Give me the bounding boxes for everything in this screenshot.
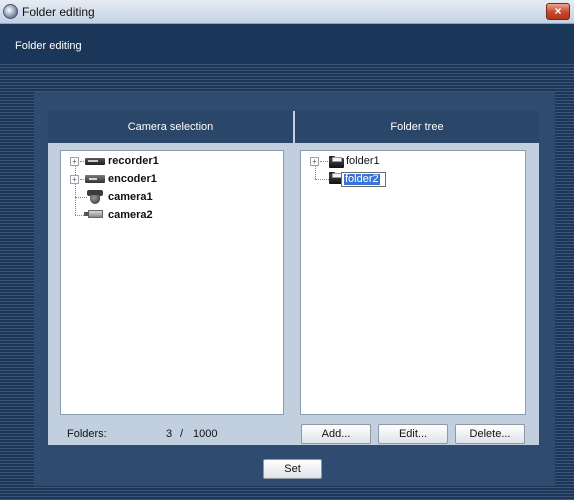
tree-item-camera1[interactable]: camera1 xyxy=(108,191,153,203)
add-button[interactable]: Add... xyxy=(301,424,371,444)
folders-separator: / xyxy=(180,428,184,440)
tree-item-folder1[interactable]: folder1 xyxy=(346,155,380,167)
expand-recorder1-icon[interactable]: + xyxy=(70,157,79,166)
close-button[interactable]: × xyxy=(546,3,570,20)
folder-tree[interactable]: + folder1 xyxy=(300,150,526,415)
window-titlebar: Folder editing × xyxy=(0,0,574,24)
camera-selection-header: Camera selection xyxy=(48,111,293,143)
encoder-icon xyxy=(85,175,105,183)
set-button[interactable]: Set xyxy=(263,459,322,479)
folder-rename-selection: folder2 xyxy=(344,173,380,185)
delete-button[interactable]: Delete... xyxy=(455,424,525,444)
window-title: Folder editing xyxy=(22,5,95,19)
folder-tree-header: Folder tree xyxy=(295,111,539,143)
tree-item-encoder1[interactable]: encoder1 xyxy=(108,173,157,185)
folders-max: 1000 xyxy=(193,428,218,440)
recorder-icon xyxy=(85,158,105,165)
camera-selection-tree[interactable]: + recorder1 + encoder1 camera1 camera2 xyxy=(60,150,284,415)
app-icon xyxy=(3,4,18,19)
tree-item-recorder1[interactable]: recorder1 xyxy=(108,155,159,167)
box-camera-icon xyxy=(84,209,104,219)
folder-icon xyxy=(329,156,344,168)
expand-encoder1-icon[interactable]: + xyxy=(70,175,79,184)
page-header: Folder editing xyxy=(0,24,574,62)
page-title: Folder editing xyxy=(15,40,82,52)
tree-item-camera2[interactable]: camera2 xyxy=(108,209,153,221)
folders-count: 3 xyxy=(166,428,173,440)
folder-rename-input[interactable]: folder2 xyxy=(341,172,386,187)
expand-folder1-icon[interactable]: + xyxy=(310,157,319,166)
edit-button[interactable]: Edit... xyxy=(378,424,448,444)
folders-label: Folders: xyxy=(67,428,107,440)
dome-camera-icon xyxy=(87,190,103,205)
tree-connector xyxy=(75,165,76,215)
